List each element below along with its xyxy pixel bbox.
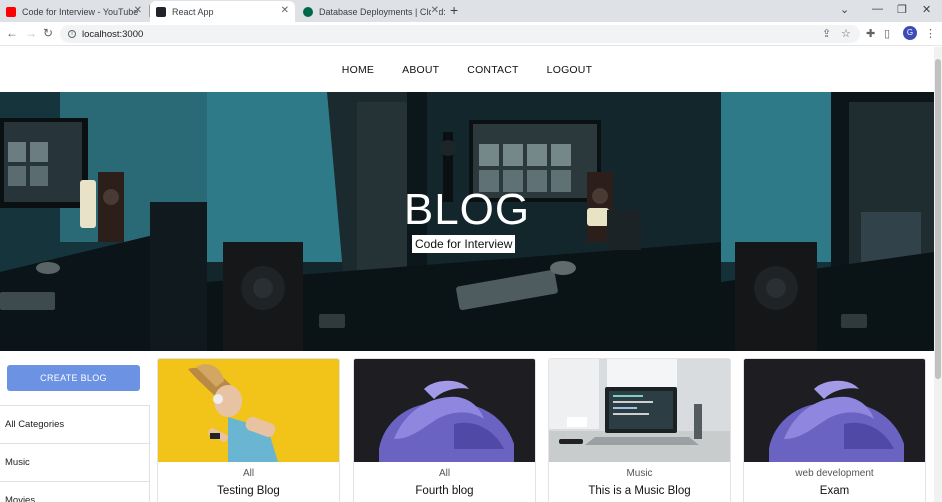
close-icon[interactable]: ✕ xyxy=(134,5,142,16)
bookmark-star-icon[interactable]: ☆ xyxy=(841,27,851,40)
minimize-icon[interactable]: — xyxy=(872,3,883,15)
post-card[interactable]: All Fourth blog xyxy=(353,358,536,502)
post-category: web development xyxy=(795,468,874,479)
url-text: localhost:3000 xyxy=(82,28,144,40)
post-title[interactable]: This is a Music Blog xyxy=(549,485,730,497)
category-movies[interactable]: Movies xyxy=(0,482,149,502)
post-card[interactable]: Music This is a Music Blog xyxy=(548,358,731,502)
nav-logout-link[interactable]: LOGOUT xyxy=(547,64,593,76)
banner-subtitle: Code for Interview xyxy=(412,235,516,253)
react-icon xyxy=(156,6,166,17)
post-card[interactable]: web development Exam xyxy=(743,358,926,502)
mongodb-icon xyxy=(303,6,313,17)
create-blog-button[interactable]: CREATE BLOG xyxy=(7,365,140,391)
banner-title: BLOG xyxy=(403,185,531,234)
forward-icon[interactable]: → xyxy=(25,26,37,40)
post-thumbnail xyxy=(549,359,730,462)
reload-icon[interactable]: ↻ xyxy=(43,26,53,40)
close-icon[interactable]: ✕ xyxy=(430,5,439,16)
tab-search-icon[interactable]: ⌄ xyxy=(840,3,849,16)
back-icon[interactable]: ← xyxy=(6,26,18,40)
nav-home-link[interactable]: HOME xyxy=(342,64,374,76)
browser-tab-strip: Code for Interview - YouTube ✕ React App… xyxy=(0,0,942,22)
youtube-icon xyxy=(6,6,16,17)
side-panel-icon[interactable]: ▯ xyxy=(884,27,890,40)
restore-icon[interactable]: ❐ xyxy=(897,3,907,16)
tab-label: Database Deployments | Cloud: M xyxy=(319,6,445,17)
post-card[interactable]: All Testing Blog xyxy=(157,358,340,502)
site-navbar: HOME ABOUT CONTACT LOGOUT xyxy=(0,47,934,92)
site-info-icon[interactable]: i xyxy=(68,30,76,38)
tab-youtube[interactable]: Code for Interview - YouTube ✕ xyxy=(0,1,148,22)
close-window-icon[interactable]: ✕ xyxy=(922,3,931,16)
category-sidebar: CREATE BLOG All Categories Music Movies xyxy=(0,351,150,502)
post-category: All xyxy=(438,468,451,479)
profile-avatar[interactable]: G xyxy=(903,26,917,40)
tab-database[interactable]: Database Deployments | Cloud: M ✕ xyxy=(297,1,445,22)
new-tab-icon[interactable]: + xyxy=(450,2,458,18)
post-title[interactable]: Fourth blog xyxy=(354,485,535,497)
category-all[interactable]: All Categories xyxy=(0,406,149,444)
category-music[interactable]: Music xyxy=(0,444,149,482)
menu-icon[interactable]: ⋮ xyxy=(925,27,936,40)
tab-react-app[interactable]: React App ✕ xyxy=(150,1,295,22)
post-category: All xyxy=(242,468,255,479)
extensions-icon[interactable]: ✚ xyxy=(866,27,875,40)
nav-contact-link[interactable]: CONTACT xyxy=(467,64,518,76)
close-icon[interactable]: ✕ xyxy=(281,5,289,16)
post-title[interactable]: Exam xyxy=(744,485,925,497)
page-viewport: HOME ABOUT CONTACT LOGOUT BLOG Code for … xyxy=(0,47,934,502)
post-title[interactable]: Testing Blog xyxy=(158,485,339,497)
address-bar[interactable]: i localhost:3000 xyxy=(60,25,860,43)
browser-toolbar: ← → ↻ i localhost:3000 ⇪ ☆ ✚ ▯ G ⋮ xyxy=(0,22,942,46)
nav-about-link[interactable]: ABOUT xyxy=(402,64,439,76)
post-thumbnail xyxy=(744,359,925,462)
category-list: All Categories Music Movies xyxy=(0,405,150,502)
post-thumbnail xyxy=(354,359,535,462)
post-thumbnail xyxy=(158,359,339,462)
share-icon[interactable]: ⇪ xyxy=(822,27,831,40)
scrollbar-thumb[interactable] xyxy=(935,59,941,379)
page-scrollbar[interactable] xyxy=(934,47,942,502)
tab-label: Code for Interview - YouTube xyxy=(22,6,139,17)
post-category: Music xyxy=(626,468,653,479)
hero-banner: BLOG Code for Interview xyxy=(0,92,934,351)
tab-label: React App xyxy=(172,6,214,17)
